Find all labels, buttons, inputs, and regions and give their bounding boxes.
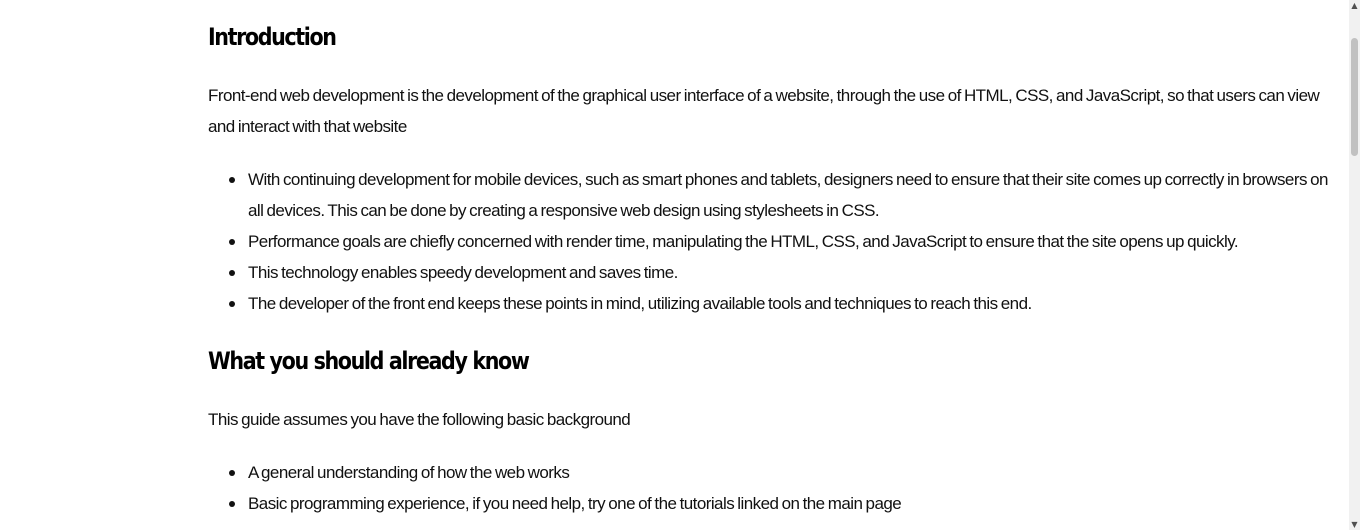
list-item: Performance goals are chiefly concerned …: [229, 226, 1343, 257]
list-item: The developer of the front end keeps the…: [229, 288, 1343, 319]
introduction-heading: Introduction: [208, 23, 337, 51]
scroll-up-arrow-icon[interactable]: ▲: [1350, 1, 1359, 11]
vertical-scrollbar[interactable]: ▲ ▼: [1349, 0, 1360, 530]
main-content: Introduction Front-end web development i…: [208, 0, 1343, 519]
prerequisites-list: A general understanding of how the web w…: [208, 457, 1343, 519]
prerequisites-heading: What you should already know: [208, 347, 530, 375]
list-item: Basic programming experience, if you nee…: [229, 488, 1343, 519]
list-item: With continuing development for mobile d…: [229, 164, 1343, 226]
introduction-paragraph: Front-end web development is the develop…: [208, 86, 1320, 136]
prerequisites-paragraph: This guide assumes you have the followin…: [208, 410, 631, 429]
scroll-down-arrow-icon[interactable]: ▼: [1350, 520, 1359, 530]
list-item: A general understanding of how the web w…: [229, 457, 1343, 488]
scrollbar-thumb[interactable]: [1351, 38, 1358, 156]
list-item: This technology enables speedy developme…: [229, 257, 1343, 288]
introduction-list: With continuing development for mobile d…: [208, 164, 1343, 319]
